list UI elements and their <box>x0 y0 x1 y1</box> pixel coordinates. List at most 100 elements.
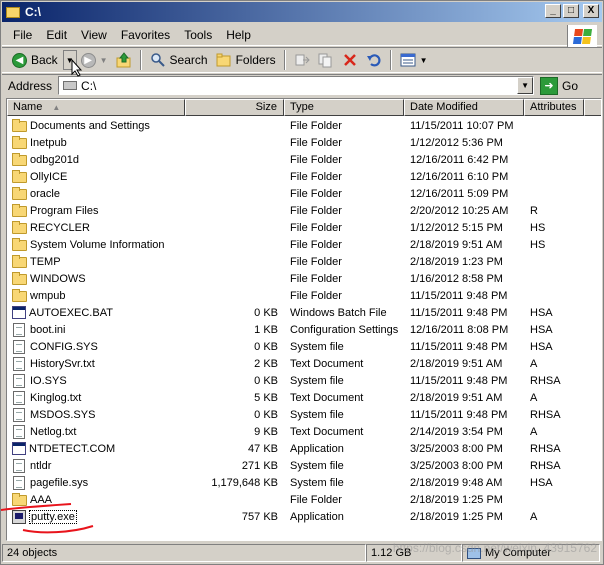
menu-edit[interactable]: Edit <box>39 26 74 44</box>
file-list[interactable]: Name ▲ Size Type Date Modified Attributes… <box>6 98 602 541</box>
folders-button[interactable]: Folders <box>212 49 280 71</box>
column-type[interactable]: Type <box>284 99 404 116</box>
file-attributes: RHSA <box>530 459 561 472</box>
file-type: File Folder <box>290 204 342 217</box>
file-row[interactable]: AUTOEXEC.BAT 0 KB Windows Batch File 11/15/… <box>7 304 601 321</box>
forward-dropdown-icon: ▼ <box>99 55 108 65</box>
delete-button[interactable] <box>338 49 362 71</box>
file-row[interactable]: IO.SYS 0 KB System file 11/15/2011 9:48 PM R… <box>7 372 601 389</box>
file-type: File Folder <box>290 153 342 166</box>
file-name: IO.SYS <box>30 374 67 387</box>
file-row[interactable]: TEMP File Folder 2/18/2019 1:23 PM <box>7 253 601 270</box>
file-attributes: A <box>530 510 538 523</box>
file-type: Application <box>290 510 344 523</box>
up-button[interactable] <box>112 49 136 71</box>
file-name: HistorySvr.txt <box>30 357 95 370</box>
file-row[interactable]: putty.exe 757 KB Application 2/18/2019 1:25… <box>7 508 601 525</box>
file-name-cell: MSDOS.SYS <box>7 407 185 422</box>
column-name[interactable]: Name ▲ <box>7 99 185 116</box>
file-type: System file <box>290 476 344 489</box>
search-button[interactable]: Search <box>146 49 212 71</box>
file-row[interactable]: CONFIG.SYS 0 KB System file 11/15/2011 9:48… <box>7 338 601 355</box>
file-name: putty.exe <box>29 509 77 524</box>
menu-help[interactable]: Help <box>219 26 258 44</box>
minimize-button[interactable]: _ <box>545 4 561 18</box>
file-type: Application <box>290 442 344 455</box>
file-attributes: RHSA <box>530 408 561 421</box>
go-button[interactable]: ➜ Go <box>540 76 578 95</box>
file-name-cell: wmpub <box>7 289 185 302</box>
file-row[interactable]: RECYCLER File Folder 1/12/2012 5:15 PM HS <box>7 219 601 236</box>
menu-file[interactable]: File <box>6 26 39 44</box>
copy-to-button[interactable] <box>314 49 338 71</box>
column-size[interactable]: Size <box>185 99 284 116</box>
toolbar-separator <box>139 50 142 70</box>
file-date-modified: 2/18/2019 9:48 AM <box>410 476 503 489</box>
column-header: Name ▲ Size Type Date Modified Attributes <box>7 99 601 116</box>
file-attributes: A <box>530 425 538 438</box>
file-row[interactable]: OllyICE File Folder 12/16/2011 6:10 PM <box>7 168 601 185</box>
file-type: File Folder <box>290 221 342 234</box>
file-row[interactable]: System Volume Information File Folder 2/18… <box>7 236 601 253</box>
file-row[interactable]: odbg201d File Folder 12/16/2011 6:42 PM <box>7 151 601 168</box>
file-row[interactable]: wmpub File Folder 11/15/2011 9:48 PM <box>7 287 601 304</box>
file-name-cell: Netlog.txt <box>7 424 185 439</box>
column-date-modified[interactable]: Date Modified <box>404 99 524 116</box>
undo-button[interactable] <box>362 49 386 71</box>
file-name: Inetpub <box>30 136 67 149</box>
toolbar-separator <box>283 50 286 70</box>
toolbar-separator <box>389 50 392 70</box>
file-name: OllyICE <box>30 170 68 183</box>
menu-view[interactable]: View <box>74 26 114 44</box>
folder-icon <box>6 6 20 18</box>
file-attributes: HSA <box>530 306 553 319</box>
address-dropdown[interactable]: ▼ <box>517 77 534 94</box>
address-input[interactable]: C:\ ▼ <box>58 76 535 95</box>
file-name-cell: Program Files <box>7 204 185 217</box>
menu-bar: File Edit View Favorites Tools Help <box>2 24 602 46</box>
file-row[interactable]: Inetpub File Folder 1/12/2012 5:36 PM <box>7 134 601 151</box>
file-row[interactable]: Program Files File Folder 2/20/2012 10:25 … <box>7 202 601 219</box>
file-icon <box>13 424 25 439</box>
views-button[interactable]: ▼ <box>396 49 432 71</box>
file-name-cell: NTDETECT.COM <box>7 442 185 455</box>
close-button[interactable]: X <box>583 4 599 18</box>
file-date-modified: 2/18/2019 9:51 AM <box>410 238 503 251</box>
file-row[interactable]: MSDOS.SYS 0 KB System file 11/15/2011 9:48 … <box>7 406 601 423</box>
file-date-modified: 11/15/2011 9:48 PM <box>410 306 508 319</box>
file-row[interactable]: ntldr 271 KB System file 3/25/2003 8:00 PM R… <box>7 457 601 474</box>
file-name: Kinglog.txt <box>30 391 82 404</box>
file-attributes: RHSA <box>530 442 561 455</box>
file-icon <box>13 475 25 490</box>
window-controls: _ □ X <box>545 4 599 18</box>
file-row[interactable]: AAA File Folder 2/18/2019 1:25 PM <box>7 491 601 508</box>
move-to-button[interactable] <box>290 49 314 71</box>
file-row[interactable]: pagefile.sys 1,179,648 KB System file 2/18/… <box>7 474 601 491</box>
back-button[interactable]: ◀ Back <box>8 49 62 71</box>
menu-tools[interactable]: Tools <box>177 26 219 44</box>
address-label: Address <box>8 78 53 93</box>
search-icon <box>150 53 165 67</box>
file-icon <box>13 373 25 388</box>
file-row[interactable]: NTDETECT.COM 47 KB Application 3/25/2003 8:… <box>7 440 601 457</box>
file-name: Program Files <box>30 204 99 217</box>
maximize-button[interactable]: □ <box>563 4 579 18</box>
file-name: WINDOWS <box>30 272 86 285</box>
menu-favorites[interactable]: Favorites <box>114 26 177 44</box>
file-row[interactable]: WINDOWS File Folder 1/16/2012 8:58 PM <box>7 270 601 287</box>
folder-icon <box>12 221 27 234</box>
file-name-cell: odbg201d <box>7 153 185 166</box>
file-rows: Documents and Settings File Folder 11/15/2… <box>7 117 601 525</box>
file-row[interactable]: Netlog.txt 9 KB Text Document 2/14/2019 3:5… <box>7 423 601 440</box>
file-row[interactable]: HistorySvr.txt 2 KB Text Document 2/18/2019… <box>7 355 601 372</box>
file-row[interactable]: oracle File Folder 12/16/2011 5:09 PM <box>7 185 601 202</box>
column-attributes[interactable]: Attributes <box>524 99 584 116</box>
file-date-modified: 2/18/2019 1:23 PM <box>410 255 503 268</box>
title-bar[interactable]: C:\ _ □ X <box>2 2 602 22</box>
file-row[interactable]: boot.ini 1 KB Configuration Settings 12/16/… <box>7 321 601 338</box>
file-row[interactable]: Documents and Settings File Folder 11/15/2… <box>7 117 601 134</box>
address-bar: Address C:\ ▼ ➜ Go <box>2 74 602 96</box>
file-name: Documents and Settings <box>30 119 150 132</box>
file-row[interactable]: Kinglog.txt 5 KB Text Document 2/18/2019 9:… <box>7 389 601 406</box>
window-title: C:\ <box>25 5 41 19</box>
